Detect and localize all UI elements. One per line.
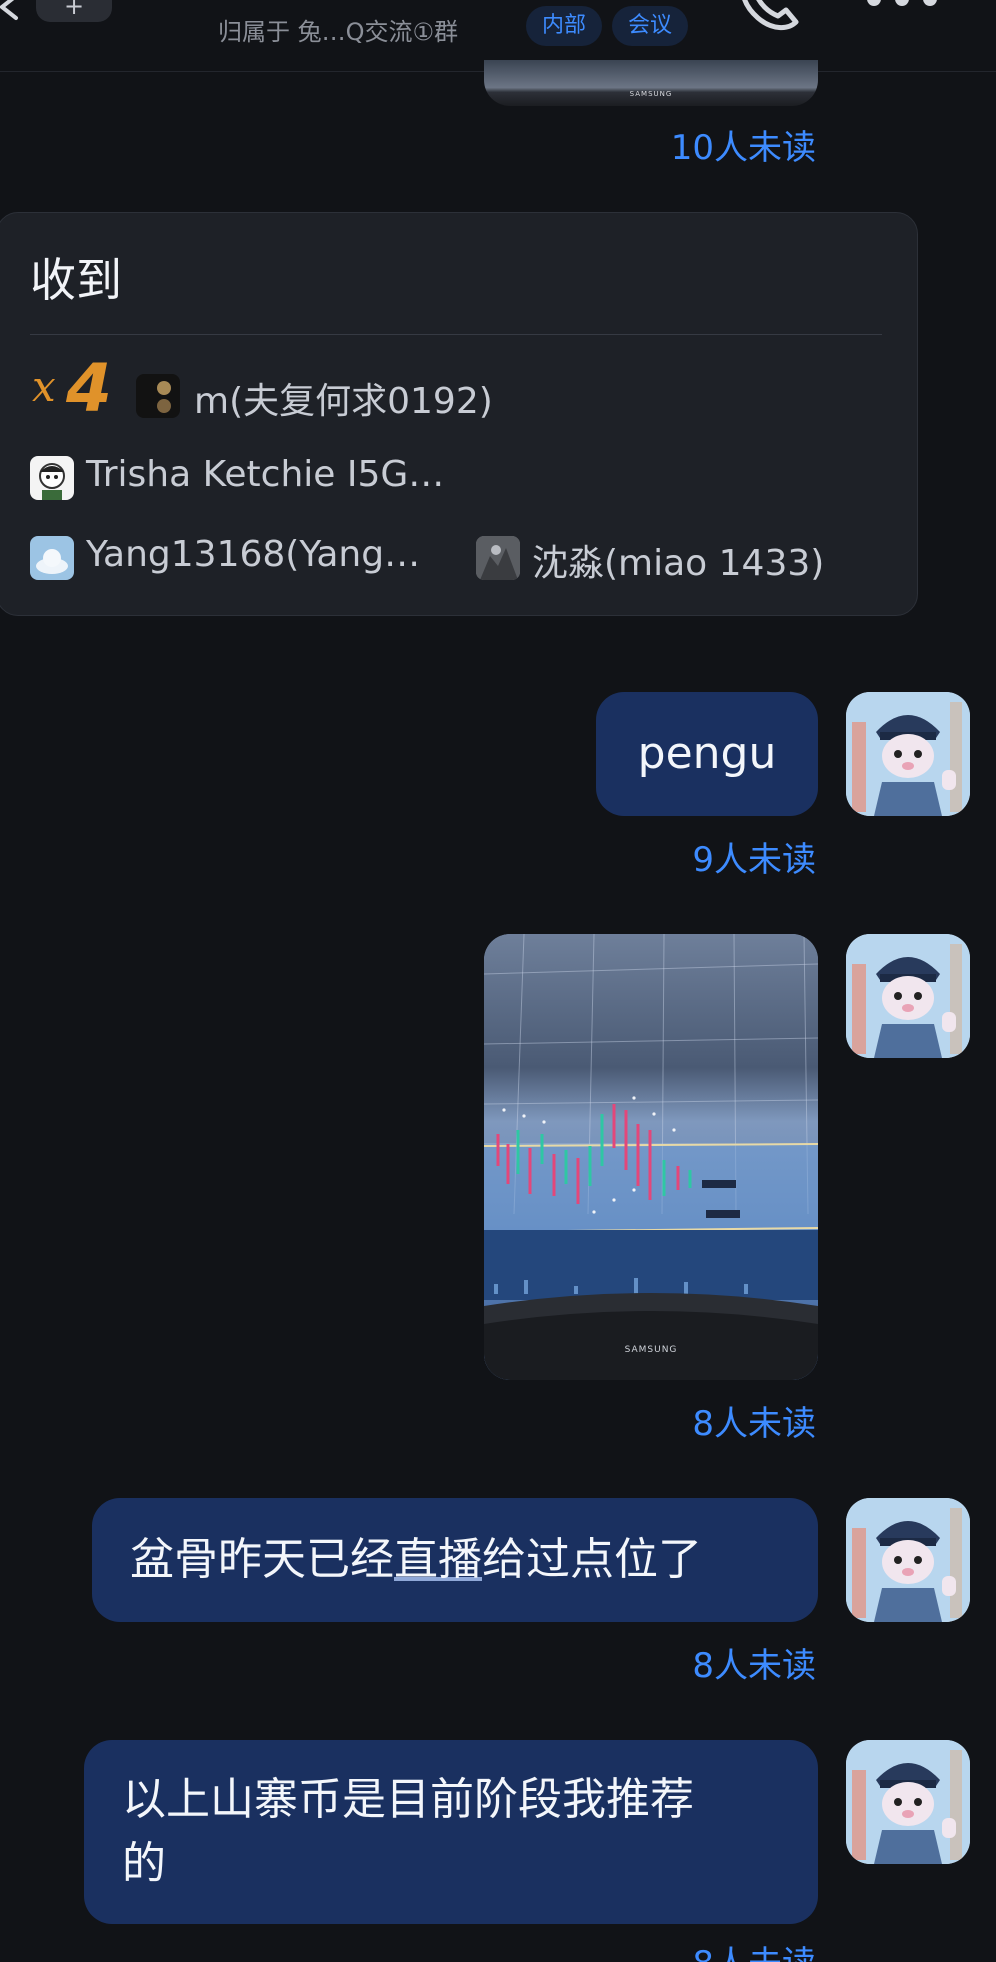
reader-name[interactable]: 沈淼(miao 1433) <box>532 534 824 586</box>
reader-name[interactable]: m(夫复何求0192) <box>194 372 493 424</box>
unread-count[interactable]: 8人未读 <box>692 1936 816 1962</box>
message-text-part: 盆骨昨天已经 <box>130 1534 394 1585</box>
receipt-count-prefix: x <box>32 362 56 411</box>
photo-avatar-icon <box>476 536 520 580</box>
police-cat-avatar-icon <box>846 692 970 816</box>
cloud-avatar-icon <box>36 549 68 574</box>
receipt-card-title: 收到 <box>30 253 122 307</box>
police-cat-avatar-icon <box>846 1498 970 1622</box>
avatar[interactable] <box>136 374 180 418</box>
tag-meeting[interactable]: 会议 <box>612 6 689 46</box>
cartoon-face-avatar-icon <box>39 463 65 500</box>
unread-count[interactable]: 8人未读 <box>692 1396 816 1445</box>
avatar[interactable] <box>846 1498 970 1622</box>
message-text: 盆骨昨天已经直播给过点位了 <box>130 1532 702 1588</box>
avatar[interactable] <box>846 934 970 1058</box>
message-text-line: 的 <box>122 1838 166 1889</box>
phone-icon[interactable] <box>736 0 804 32</box>
monitor-brand-text: SAMSUNG <box>629 90 673 98</box>
coins-avatar-icon <box>157 381 171 413</box>
message-text-line: 以上山寨币是目前阶段我推荐 <box>122 1774 694 1825</box>
add-button-label: + <box>63 0 85 20</box>
avatar[interactable] <box>846 692 970 816</box>
unread-count[interactable]: 8人未读 <box>692 1638 816 1687</box>
image-message-partial[interactable]: SAMSUNG <box>484 60 818 106</box>
add-button[interactable]: + <box>36 0 112 22</box>
reader-name[interactable]: Yang13168(Yang… <box>86 534 420 575</box>
message-text: pengu <box>637 728 777 779</box>
trading-chart-photo: SAMSUNG <box>484 934 818 1380</box>
message-bubble[interactable]: 以上山寨币是目前阶段我推荐 的 <box>84 1740 818 1924</box>
back-arrow-icon[interactable] <box>0 0 24 22</box>
message-bubble[interactable]: pengu <box>596 692 818 816</box>
monitor-brand-text: SAMSUNG <box>625 1345 678 1355</box>
more-options-icon[interactable] <box>864 0 940 14</box>
group-subtitle: 归属于 兔…Q交流①群 <box>218 18 459 46</box>
reader-name[interactable]: Trisha Ketchie I5G… <box>86 454 444 495</box>
keyword-link[interactable]: 直播 <box>394 1534 482 1585</box>
message-bubble[interactable]: 盆骨昨天已经直播给过点位了 <box>92 1498 818 1622</box>
message-text-part: 给过点位了 <box>482 1534 702 1585</box>
avatar[interactable] <box>30 536 74 580</box>
avatar[interactable] <box>476 536 520 580</box>
image-message[interactable]: SAMSUNG <box>484 934 818 1380</box>
avatar[interactable] <box>846 1740 970 1864</box>
police-cat-avatar-icon <box>846 1740 970 1864</box>
tag-internal[interactable]: 内部 <box>526 6 603 46</box>
avatar[interactable] <box>30 456 74 500</box>
receipt-count: 4 <box>66 350 112 427</box>
unread-count[interactable]: 9人未读 <box>692 832 816 881</box>
police-cat-avatar-icon <box>846 934 970 1058</box>
divider <box>30 334 882 335</box>
unread-count[interactable]: 10人未读 <box>671 120 816 169</box>
